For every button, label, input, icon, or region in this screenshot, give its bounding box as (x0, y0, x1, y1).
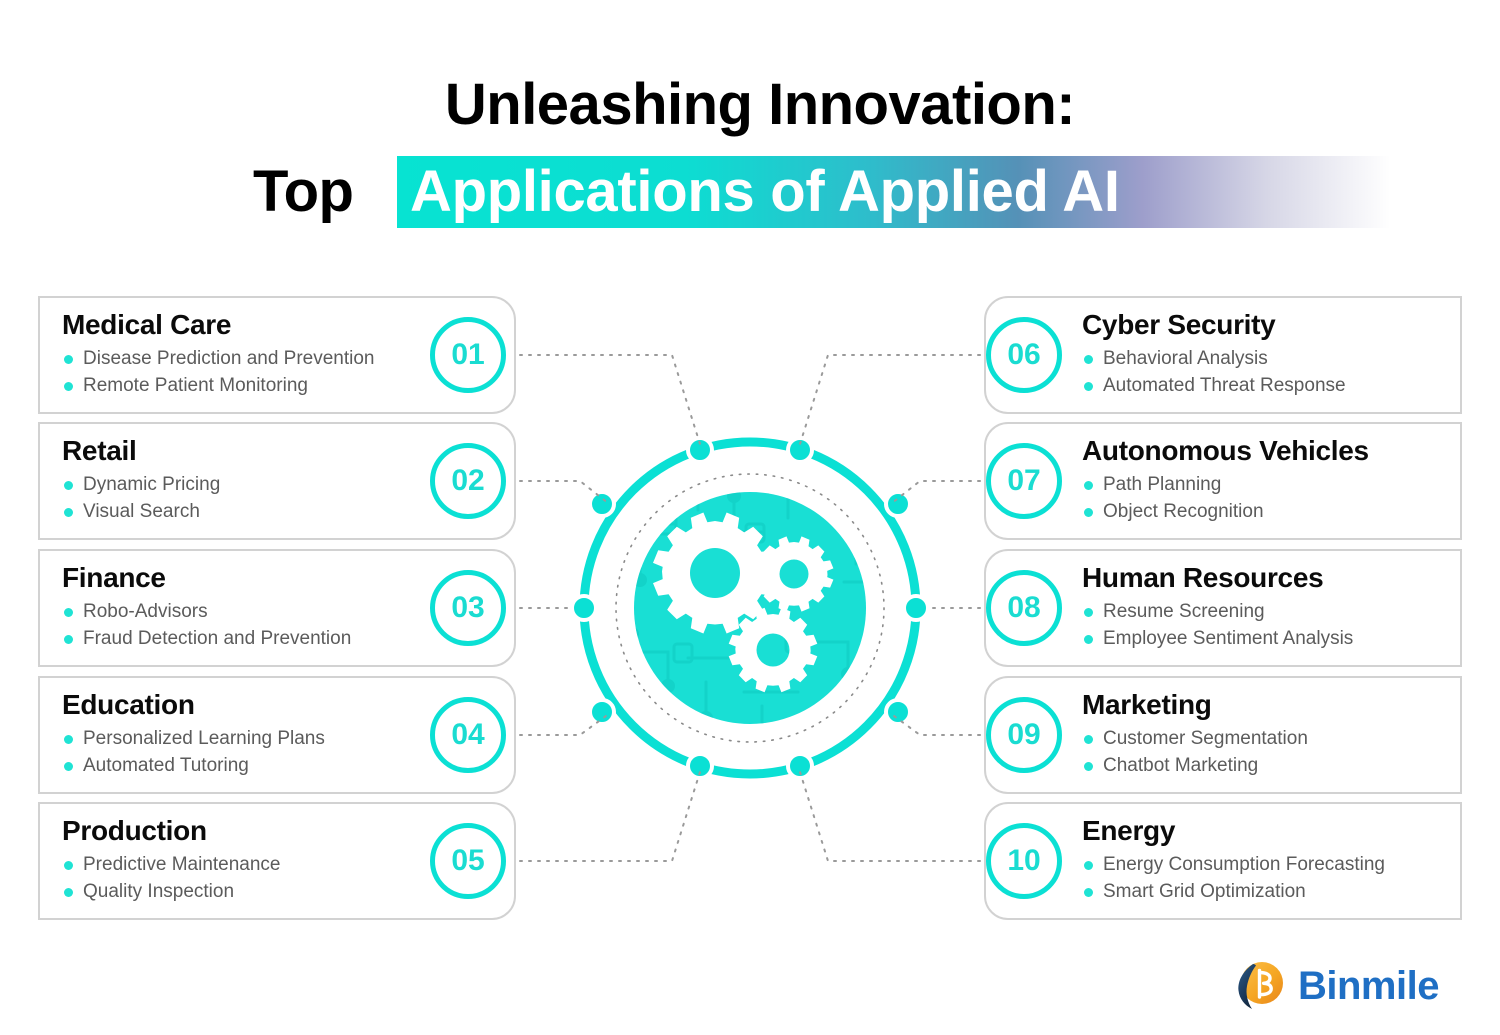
card-bullet: Dynamic Pricing (62, 471, 418, 498)
hub-node (686, 436, 714, 464)
card-bullet-list: Robo-Advisors Fraud Detection and Preven… (62, 598, 418, 652)
card-bullet: Object Recognition (1082, 498, 1438, 525)
hub-node (884, 698, 912, 726)
hub-node (786, 436, 814, 464)
card-title: Retail (62, 435, 137, 466)
title-highlight-text: Applications of Applied AI (410, 159, 1120, 224)
card-bullet: Path Planning (1082, 471, 1438, 498)
card-bullet: Smart Grid Optimization (1082, 878, 1438, 905)
number-badge-04[interactable]: 04 (430, 697, 506, 773)
hub-node (588, 490, 616, 518)
card-title: Human Resources (1082, 562, 1324, 593)
card-title: Autonomous Vehicles (1082, 435, 1369, 466)
card-title: Production (62, 815, 207, 846)
binmile-b-logo-icon (1238, 962, 1283, 1009)
number-badge-06[interactable]: 06 (986, 317, 1062, 393)
hub-node (884, 490, 912, 518)
binmile-wordmark: Binmile (1298, 964, 1439, 1008)
central-hub-graphic (548, 406, 952, 810)
card-bullet-list: Disease Prediction and Prevention Remote… (62, 345, 418, 399)
card-bullet-list: Predictive Maintenance Quality Inspectio… (62, 851, 418, 905)
hub-node (588, 698, 616, 726)
title-line-1: Unleashing Innovation: (444, 72, 1076, 137)
card-bullet-list: Personalized Learning Plans Automated Tu… (62, 725, 418, 779)
card-bullet: Visual Search (62, 498, 418, 525)
card-bullet-list: Resume Screening Employee Sentiment Anal… (1082, 598, 1438, 652)
card-bullet: Disease Prediction and Prevention (62, 345, 418, 372)
card-bullet: Behavioral Analysis (1082, 345, 1438, 372)
card-bullet: Robo-Advisors (62, 598, 418, 625)
number-badge-07[interactable]: 07 (986, 443, 1062, 519)
card-bullet: Automated Threat Response (1082, 372, 1438, 399)
card-bullet: Predictive Maintenance (62, 851, 418, 878)
number-badge-05[interactable]: 05 (430, 823, 506, 899)
card-bullet: Fraud Detection and Prevention (62, 625, 418, 652)
card-bullet: Automated Tutoring (62, 752, 418, 779)
number-badge-03[interactable]: 03 (430, 570, 506, 646)
title-line-2: Top Applications of Applied AI (0, 152, 1500, 230)
hub-node (686, 752, 714, 780)
card-bullet-list: Customer Segmentation Chatbot Marketing (1082, 725, 1438, 779)
card-bullet: Customer Segmentation (1082, 725, 1438, 752)
card-title: Finance (62, 562, 166, 593)
card-bullet: Quality Inspection (62, 878, 418, 905)
card-bullet-list: Dynamic Pricing Visual Search (62, 471, 418, 525)
number-badge-02[interactable]: 02 (430, 443, 506, 519)
number-badge-08[interactable]: 08 (986, 570, 1062, 646)
number-badge-01[interactable]: 01 (430, 317, 506, 393)
binmile-logo[interactable]: Binmile (1232, 955, 1448, 1017)
card-bullet-list: Behavioral Analysis Automated Threat Res… (1082, 345, 1438, 399)
card-bullet: Personalized Learning Plans (62, 725, 418, 752)
number-badge-10[interactable]: 10 (986, 823, 1062, 899)
title-block: Unleashing Innovation: Top Applications … (0, 76, 1500, 246)
card-title: Education (62, 689, 195, 720)
card-title: Cyber Security (1082, 309, 1276, 340)
card-bullet-list: Energy Consumption Forecasting Smart Gri… (1082, 851, 1438, 905)
card-bullet-list: Path Planning Object Recognition (1082, 471, 1438, 525)
card-title: Medical Care (62, 309, 232, 340)
card-title: Marketing (1082, 689, 1212, 720)
card-bullet: Employee Sentiment Analysis (1082, 625, 1438, 652)
infographic-root: Unleashing Innovation: Top Applications … (0, 0, 1500, 1035)
card-title: Energy (1082, 815, 1176, 846)
card-bullet: Remote Patient Monitoring (62, 372, 418, 399)
card-bullet: Chatbot Marketing (1082, 752, 1438, 779)
number-badge-09[interactable]: 09 (986, 697, 1062, 773)
title-prefix-word: Top (253, 159, 354, 224)
hub-node (786, 752, 814, 780)
hub-node (902, 594, 930, 622)
card-bullet: Resume Screening (1082, 598, 1438, 625)
card-bullet: Energy Consumption Forecasting (1082, 851, 1438, 878)
hub-node (570, 594, 598, 622)
